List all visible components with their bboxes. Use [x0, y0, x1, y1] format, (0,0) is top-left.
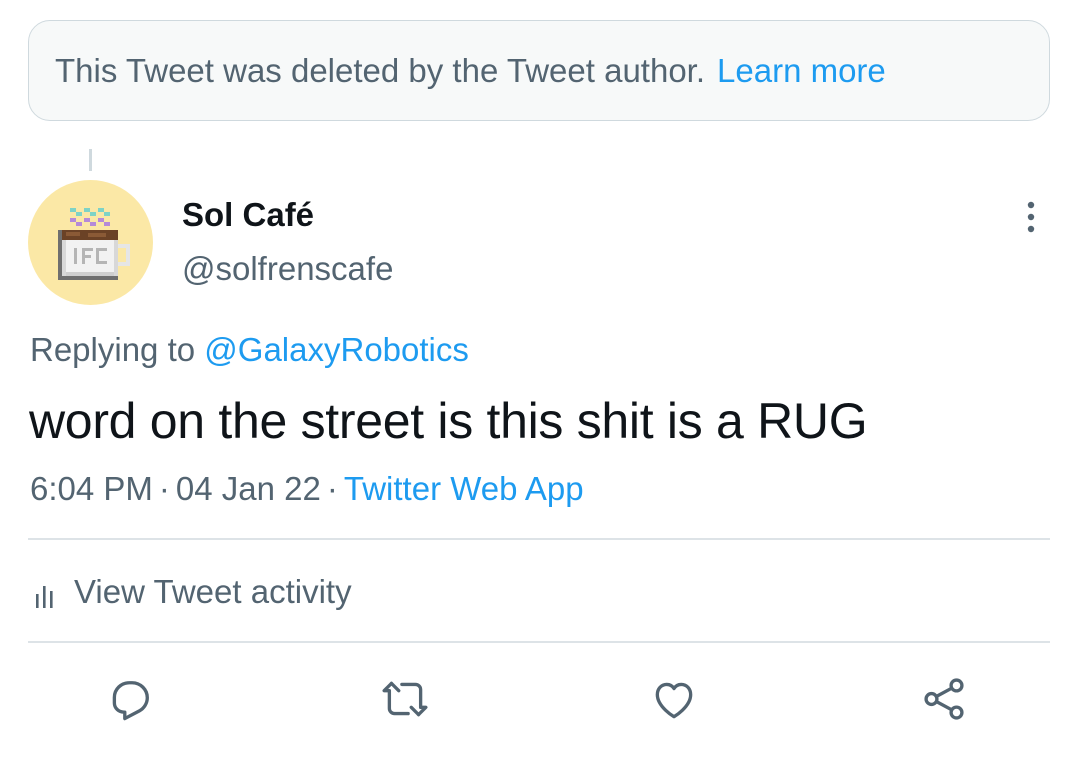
reply-button[interactable] — [102, 671, 158, 727]
avatar[interactable] — [28, 180, 153, 305]
thread-connector-line — [89, 149, 92, 171]
author-display-name[interactable]: Sol Café — [182, 196, 314, 234]
tweet-text: word on the street is this shit is a RUG — [29, 393, 868, 449]
replying-to-line: Replying to @GalaxyRobotics — [30, 331, 469, 369]
divider — [28, 641, 1050, 643]
pixel-coffee-mug-icon — [58, 208, 130, 280]
tweet-source-link[interactable]: Twitter Web App — [344, 470, 584, 507]
more-options-icon[interactable] — [1017, 197, 1045, 237]
deleted-notice-text: This Tweet was deleted by the Tweet auth… — [55, 51, 706, 89]
author-handle[interactable]: @solfrenscafe — [182, 250, 393, 288]
reply-mention-link[interactable]: @GalaxyRobotics — [204, 331, 469, 368]
reply-icon — [112, 681, 149, 721]
bar-chart-icon — [36, 586, 53, 608]
heart-icon — [655, 682, 693, 719]
share-icon — [924, 678, 964, 720]
divider — [28, 538, 1050, 540]
retweet-button[interactable] — [377, 671, 433, 727]
learn-more-link[interactable]: Learn more — [717, 52, 886, 90]
retweet-icon — [382, 681, 428, 717]
tweet-metadata: 6:04 PM · 04 Jan 22 · Twitter Web App — [30, 470, 584, 508]
meta-separator: · — [158, 470, 170, 507]
share-button[interactable] — [916, 671, 972, 727]
like-button[interactable] — [646, 671, 702, 727]
tweet-date[interactable]: 04 Jan 22 — [176, 470, 321, 507]
view-tweet-activity-button[interactable]: View Tweet activity — [30, 570, 352, 614]
meta-separator: · — [326, 470, 338, 507]
tweet-time[interactable]: 6:04 PM — [30, 470, 153, 507]
replying-to-label: Replying to — [30, 331, 196, 368]
deleted-tweet-notice: This Tweet was deleted by the Tweet auth… — [28, 20, 1050, 121]
view-tweet-activity-label: View Tweet activity — [74, 573, 352, 610]
